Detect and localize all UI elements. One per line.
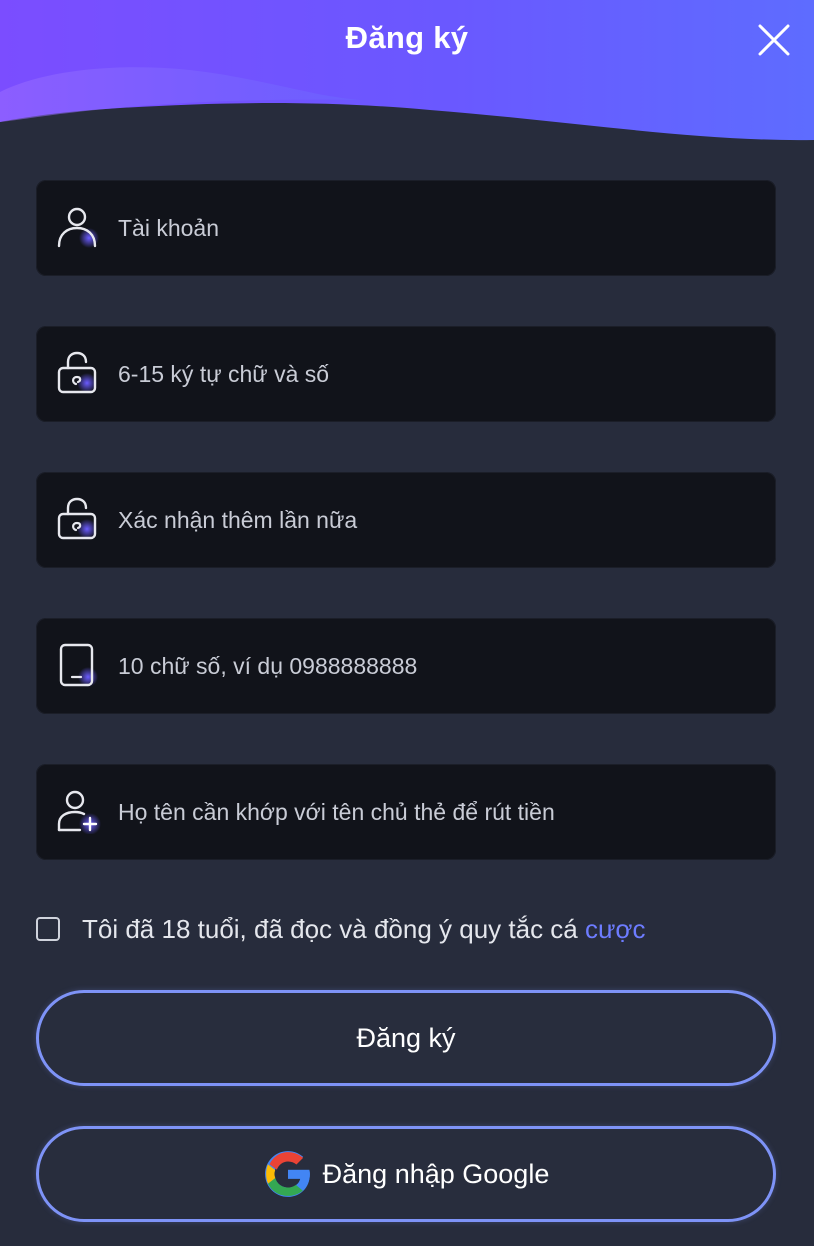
agreement-label: Tôi đã 18 tuổi, đã đọc và đồng ý quy tắc…: [82, 913, 585, 944]
close-icon[interactable]: [754, 20, 794, 60]
rules-link[interactable]: cược: [585, 914, 645, 944]
add-user-icon: [57, 790, 101, 834]
confirm-password-field[interactable]: [36, 472, 776, 568]
confirm-password-input[interactable]: [118, 472, 758, 568]
full-name-field[interactable]: [36, 764, 776, 860]
google-icon: [264, 1151, 310, 1197]
lock-icon: [57, 351, 97, 394]
lock-icon: [57, 497, 97, 540]
agreement-checkbox[interactable]: [36, 917, 60, 941]
google-login-button[interactable]: Đăng nhập Google: [36, 1126, 776, 1222]
username-field[interactable]: [36, 180, 776, 276]
register-modal: Đăng ký Tài khoản 10 chữ số, ví dụ 09888…: [0, 0, 814, 1246]
phone-icon: [59, 643, 98, 687]
password-input[interactable]: [118, 326, 758, 422]
phone-field[interactable]: [36, 618, 776, 714]
register-button[interactable]: Đăng ký: [36, 990, 776, 1086]
google-login-label: Đăng nhập Google: [322, 1158, 550, 1189]
register-button-label: Đăng ký: [356, 1022, 456, 1053]
modal-header: Đăng ký: [0, 0, 814, 150]
user-icon: [57, 207, 99, 248]
agreement-text: Tôi đã 18 tuổi, đã đọc và đồng ý quy tắc…: [82, 914, 645, 945]
full-name-input[interactable]: [118, 764, 758, 860]
page-title: Đăng ký: [345, 20, 469, 55]
phone-input[interactable]: [118, 618, 758, 714]
password-field[interactable]: [36, 326, 776, 422]
username-input[interactable]: [118, 180, 758, 276]
agreement-row: Tôi đã 18 tuổi, đã đọc và đồng ý quy tắc…: [36, 909, 776, 949]
